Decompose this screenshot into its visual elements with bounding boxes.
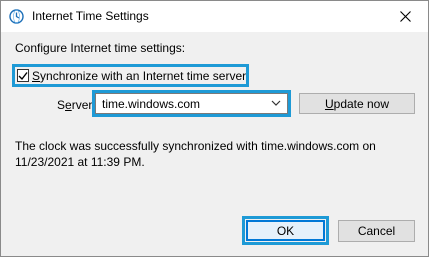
- title-bar[interactable]: Internet Time Settings: [1, 1, 428, 32]
- server-label-accesskey: e: [65, 98, 72, 112]
- sync-label-accesskey: S: [32, 68, 41, 83]
- dialog-heading: Configure Internet time settings:: [15, 41, 186, 55]
- chevron-down-icon[interactable]: [271, 99, 281, 107]
- sync-checkbox-highlight[interactable]: Synchronize with an Internet time server: [12, 64, 249, 87]
- cancel-button[interactable]: Cancel: [338, 220, 415, 242]
- sync-checkbox[interactable]: [17, 69, 29, 82]
- dialog-content: Configure Internet time settings: Synchr…: [1, 32, 428, 256]
- ok-button[interactable]: OK: [246, 220, 325, 241]
- sync-status-message: The clock was successfully synchronized …: [15, 139, 376, 169]
- ok-button-highlight[interactable]: OK: [242, 216, 329, 245]
- server-dropdown[interactable]: time.windows.com: [95, 93, 288, 114]
- update-button-label: pdate now: [333, 96, 390, 111]
- server-label-start: S: [57, 98, 66, 112]
- server-dropdown-value: time.windows.com: [102, 97, 201, 111]
- checkmark-icon: [18, 71, 28, 80]
- dialog-window: Internet Time Settings Configure Interne…: [0, 0, 429, 257]
- update-now-button[interactable]: Update now: [299, 93, 415, 114]
- sync-checkbox-label[interactable]: Synchronize with an Internet time server: [32, 69, 246, 83]
- update-button-accesskey: U: [324, 96, 334, 111]
- close-icon: [399, 11, 411, 22]
- window-title: Internet Time Settings: [32, 9, 149, 23]
- sync-label-rest: ynchronize with an Internet time server: [40, 68, 247, 83]
- server-label: Server:: [57, 98, 96, 112]
- close-button[interactable]: [382, 1, 428, 32]
- clock-globe-icon: [9, 9, 24, 24]
- server-dropdown-highlight[interactable]: time.windows.com: [92, 90, 291, 117]
